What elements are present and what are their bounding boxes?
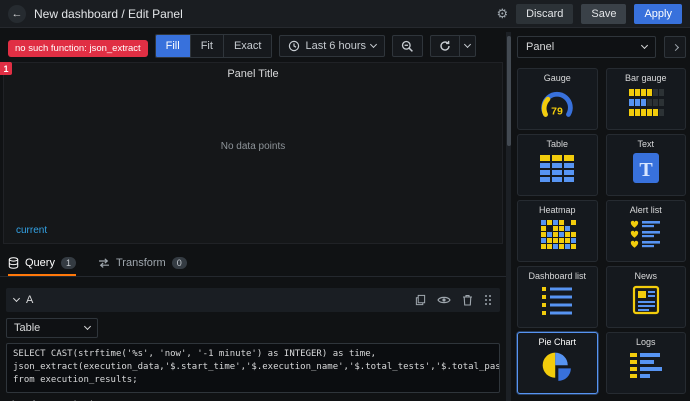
chevron-down-icon [369,40,378,49]
drag-handle-icon[interactable] [484,294,492,306]
panel-preview: Panel Title No data points current [3,62,503,244]
chevron-down-icon [83,322,92,331]
gauge-value-text: 79 [551,105,563,117]
viz-card-pie-chart[interactable]: Pie Chart [517,332,598,394]
viz-card-bar-gauge[interactable]: Bar gauge [605,68,686,130]
query-row-actions [415,294,492,306]
left-pane-scrollbar[interactable] [506,32,511,401]
fit-mode-group: Fill Fit Exact [154,34,273,58]
editor-tabs: Query 1 Transform 0 [0,250,506,277]
discard-button[interactable]: Discard [516,3,574,24]
apply-button[interactable]: Apply [634,3,682,24]
no-data-message: No data points [220,141,286,152]
tab-transform[interactable]: Transform 0 [98,250,187,276]
panel-settings-gear-icon[interactable]: ⚙ [496,6,508,22]
time-range-label: Last 6 hours [305,40,366,52]
options-pane-select-value: Panel [526,41,555,53]
viz-card-label: Text [637,139,654,149]
news-icon [632,285,659,315]
viz-card-label: Pie Chart [538,337,577,347]
text-panel-icon: T [632,153,659,183]
viz-card-label: Heatmap [538,205,576,215]
chevron-down-icon [463,40,472,49]
refresh-group [430,35,476,57]
format-select-value: Table [14,322,41,334]
grafana-app: { "header": { "title": "New dashboard / … [0,0,690,401]
query-error-tooltip: no such function: json_extract [8,40,148,57]
pie-chart-icon [542,352,572,381]
viz-type-grid: Gauge 79 Bar gauge Table Text T Heatmap … [517,68,686,394]
heatmap-icon [541,220,577,249]
viz-card-heatmap[interactable]: Heatmap [517,200,598,262]
viz-card-gauge[interactable]: Gauge 79 [517,68,598,130]
sidebar-header: Panel [517,36,686,58]
logs-icon [629,353,662,378]
delete-query-trash-icon[interactable] [462,294,473,306]
bar-gauge-icon [628,89,664,116]
fill-mode-button[interactable]: Fill [155,35,191,57]
viz-card-dashboard-list[interactable]: Dashboard list [517,266,598,328]
refresh-icon [440,40,450,51]
refresh-button[interactable] [430,35,460,57]
header: ← New dashboard / Edit Panel ⚙ Discard S… [0,0,690,28]
legend-current[interactable]: current [16,225,47,236]
alert-list-icon [630,220,660,248]
duplicate-query-icon[interactable] [415,294,426,306]
viz-card-alert-list[interactable]: Alert list [605,200,686,262]
table-icon [540,155,575,182]
header-actions: ⚙ Discard Save Apply [496,3,682,24]
exact-mode-button[interactable]: Exact [223,35,272,57]
text-letter: T [639,159,653,181]
zoom-out-icon [401,40,413,52]
query-editor: A Table SELECT CAST(strftime('%s', 'now'… [6,282,500,401]
active-tab-indicator [8,274,76,276]
collapse-options-pane-button[interactable] [664,36,686,58]
query-ref-id: A [26,294,34,306]
fit-mode-button[interactable]: Fit [190,35,224,57]
database-icon [8,257,19,269]
viz-card-table[interactable]: Table [517,134,598,196]
zoom-out-button[interactable] [392,35,423,57]
page-title: New dashboard / Edit Panel [34,6,183,21]
visualization-sidebar: Panel Gauge 79 Bar gauge Table Text T He… [517,28,690,401]
viz-card-label: Alert list [629,205,662,215]
back-arrow-icon: ← [11,7,23,20]
tab-transform-label: Transform [115,257,166,269]
viz-card-news[interactable]: News [605,266,686,328]
save-button[interactable]: Save [581,3,627,24]
clock-icon [289,40,300,52]
sql-query-input[interactable]: SELECT CAST(strftime('%s', 'now', '-1 mi… [6,343,500,393]
dashboard-list-icon [542,287,573,315]
tab-query-label: Query [25,257,55,269]
viz-card-label: Bar gauge [624,73,667,83]
viz-card-label: Dashboard list [528,271,587,281]
viz-card-label: News [634,271,657,281]
chevron-down-icon [640,41,649,50]
transform-count-badge: 0 [171,256,187,270]
collapse-chevron-icon[interactable] [12,294,21,303]
viz-card-text[interactable]: Text T [605,134,686,196]
viz-card-label: Table [546,139,568,149]
viz-card-logs[interactable]: Logs [605,332,686,394]
back-button[interactable]: ← [8,4,26,23]
panel-error-count-badge[interactable]: 1 [0,62,12,75]
query-row-header[interactable]: A [6,288,500,312]
gauge-icon: 79 [541,91,573,117]
viz-card-label: Logs [635,337,656,347]
time-range-picker[interactable]: Last 6 hours [279,35,385,57]
viz-card-label: Gauge [543,73,571,83]
transform-icon [98,258,109,268]
toggle-visibility-eye-icon[interactable] [437,295,451,305]
scrollbar-thumb[interactable] [506,36,511,146]
panel-title[interactable]: Panel Title [4,63,502,80]
query-count-badge: 1 [60,256,76,270]
tab-query[interactable]: Query 1 [8,250,76,276]
format-select[interactable]: Table [6,318,98,338]
edit-panel-left-pane: Fill Fit Exact Last 6 hours Panel Title … [0,28,506,401]
refresh-interval-dropdown[interactable] [460,35,476,57]
chevron-right-icon [671,43,679,51]
options-pane-select[interactable]: Panel [517,36,656,58]
